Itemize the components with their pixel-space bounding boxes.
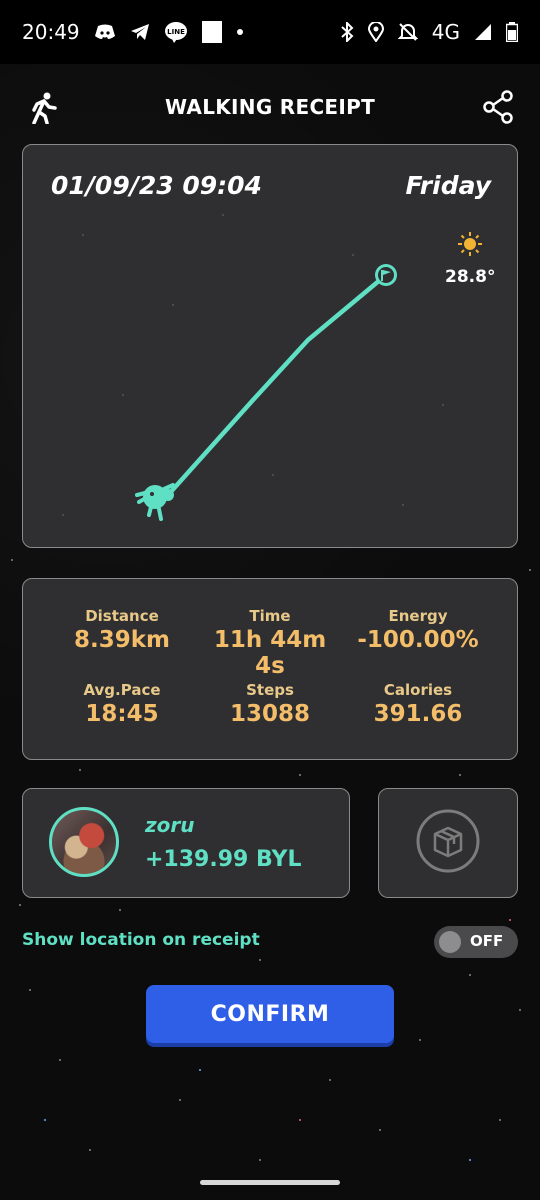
mystery-box-button[interactable]: [378, 788, 518, 898]
stat-value: 391.66: [373, 701, 463, 727]
screen: 20:49 LINE 4G WALKING RECEIPT 01/09/23 0…: [0, 0, 540, 1200]
route-map: [62, 214, 444, 521]
receipt-datetime: 01/09/23 09:04: [51, 171, 262, 200]
username: zoru: [145, 813, 195, 837]
mute-icon: [397, 22, 418, 42]
toggle-state: OFF: [470, 932, 504, 950]
stat-avg-pace: Avg.Pace 18:45: [47, 681, 197, 727]
share-icon[interactable]: [482, 90, 514, 128]
stat-steps: Steps 13088: [195, 681, 345, 727]
signal-icon: [474, 23, 492, 41]
box-icon: [415, 808, 481, 878]
show-location-label: Show location on receipt: [22, 930, 260, 950]
stat-label: Calories: [383, 681, 453, 699]
stat-time: Time 11h 44m 4s: [195, 607, 345, 679]
battery-icon: [506, 22, 518, 42]
stats-card: Distance 8.39km Time 11h 44m 4s Energy -…: [22, 578, 518, 760]
earned-amount: +139.99 BYL: [145, 847, 302, 872]
line-icon: LINE: [164, 21, 188, 43]
avatar: [49, 807, 119, 877]
stat-calories: Calories 391.66: [343, 681, 493, 727]
user-card: zoru +139.99 BYL: [22, 788, 350, 898]
temperature: 28.8°: [445, 267, 496, 287]
stat-value: -100.00%: [357, 627, 479, 653]
discord-icon: [94, 24, 116, 40]
stat-value: 13088: [229, 701, 311, 727]
stat-label: Time: [249, 607, 291, 625]
stat-label: Avg.Pace: [83, 681, 161, 699]
header: WALKING RECEIPT: [0, 80, 540, 134]
show-location-toggle[interactable]: OFF: [434, 926, 518, 958]
receipt-day: Friday: [405, 171, 491, 200]
stat-energy: Energy -100.00%: [343, 607, 493, 653]
stat-distance: Distance 8.39km: [47, 607, 197, 653]
page-title: WALKING RECEIPT: [164, 95, 376, 119]
finish-flag-icon: [375, 264, 397, 286]
confirm-button[interactable]: CONFIRM: [146, 985, 394, 1043]
stat-label: Steps: [246, 681, 294, 699]
svg-text:LINE: LINE: [167, 28, 185, 36]
sun-icon: [457, 231, 483, 261]
stat-value: 11h 44m 4s: [213, 627, 327, 679]
route-path: [165, 272, 389, 498]
location-icon: [367, 22, 384, 42]
white-square-icon: [201, 21, 222, 43]
stat-value: 8.39km: [73, 627, 170, 653]
route-map-card: 01/09/23 09:04 Friday 28.8°: [22, 144, 518, 548]
dot-icon: [236, 28, 244, 36]
telegram-icon: [130, 23, 150, 41]
stat-label: Distance: [85, 607, 159, 625]
network-type: 4G: [431, 20, 460, 44]
status-time: 20:49: [22, 20, 80, 44]
home-indicator[interactable]: [200, 1180, 340, 1185]
bluetooth-icon: [340, 22, 354, 42]
stat-label: Energy: [388, 607, 448, 625]
status-bar: 20:49 LINE 4G: [0, 0, 540, 64]
stat-value: 18:45: [85, 701, 159, 727]
start-marker-icon: [135, 483, 175, 521]
walking-person-icon[interactable]: [28, 92, 58, 128]
toggle-knob: [439, 931, 461, 953]
